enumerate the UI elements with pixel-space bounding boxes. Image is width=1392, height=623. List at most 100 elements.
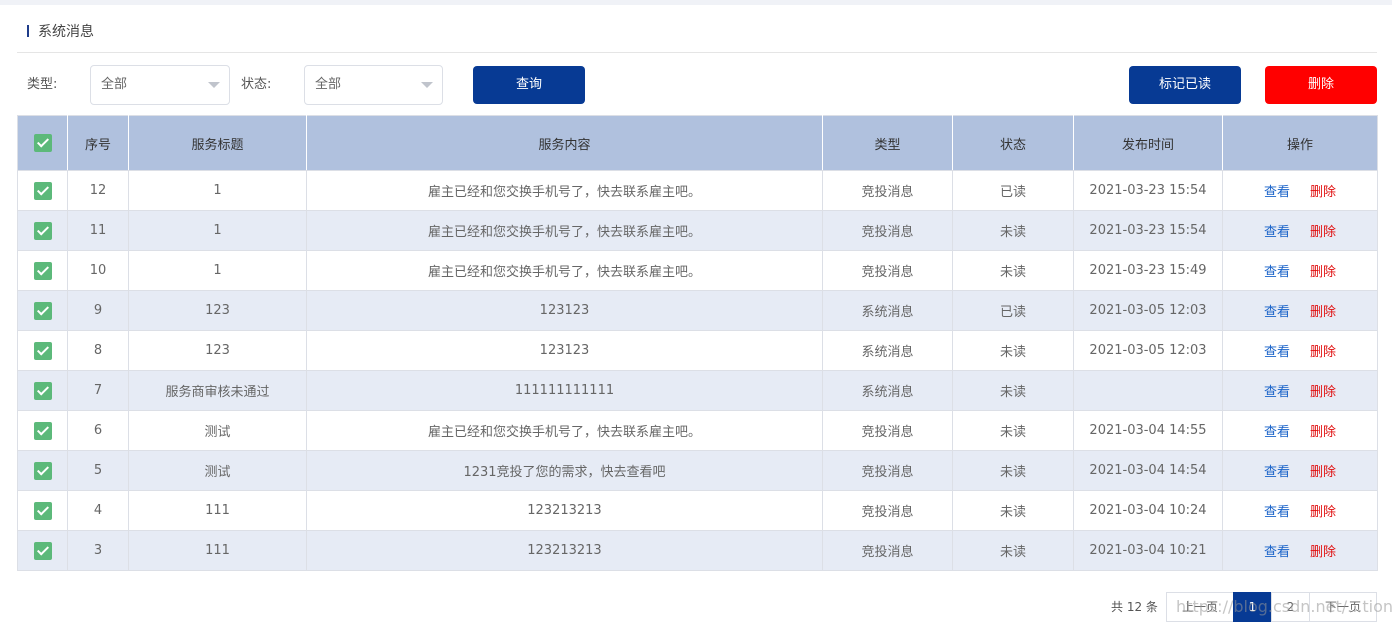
row-actions: 查看 删除	[1222, 530, 1378, 571]
row-checkbox[interactable]	[33, 541, 52, 560]
row-checkbox[interactable]	[33, 421, 52, 440]
row-actions: 查看 删除	[1222, 170, 1378, 211]
prev-page-button[interactable]: 上一页	[1166, 592, 1234, 622]
row-actions: 查看 删除	[1222, 250, 1378, 291]
table-row: 3 111 123213213 竞投消息 未读 2021-03-04 10:21 查看 删除	[17, 530, 1378, 571]
row-content: 111111111111	[306, 370, 823, 411]
type-select-value: 全部	[101, 77, 128, 92]
row-checkbox[interactable]	[33, 341, 52, 360]
delete-link[interactable]: 删除	[1310, 345, 1336, 360]
delete-link[interactable]: 删除	[1310, 385, 1336, 400]
total-count: 共 12 条	[1111, 600, 1158, 614]
chevron-down-icon	[208, 82, 220, 88]
page-header: 系统消息	[17, 10, 1377, 53]
filter-bar: 类型: 全部 状态: 全部 查询 标记已读 删除	[17, 65, 1377, 105]
header-time: 发布时间	[1073, 115, 1223, 171]
row-title: 123	[128, 290, 307, 331]
row-type: 系统消息	[822, 370, 953, 411]
row-no: 4	[67, 490, 129, 531]
status-select[interactable]: 全部	[304, 65, 443, 105]
row-content: 1231竞投了您的需求，快去查看吧	[306, 450, 823, 491]
delete-link[interactable]: 删除	[1310, 265, 1336, 280]
row-content: 123213213	[306, 490, 823, 531]
title-accent-bar	[27, 25, 29, 37]
row-select-cell[interactable]	[17, 370, 68, 411]
row-checkbox[interactable]	[33, 501, 52, 520]
delete-link[interactable]: 删除	[1310, 465, 1336, 480]
row-time: 2021-03-04 10:24	[1073, 490, 1223, 531]
table-row: 11 1 雇主已经和您交换手机号了，快去联系雇主吧。 竞投消息 未读 2021-03-23…	[17, 210, 1378, 251]
row-select-cell[interactable]	[17, 410, 68, 451]
view-link[interactable]: 查看	[1264, 345, 1290, 360]
view-link[interactable]: 查看	[1264, 545, 1290, 560]
view-link[interactable]: 查看	[1264, 465, 1290, 480]
delete-link[interactable]: 删除	[1310, 225, 1336, 240]
view-link[interactable]: 查看	[1264, 305, 1290, 320]
row-status: 未读	[952, 450, 1074, 491]
table-row: 7 服务商审核未通过 111111111111 系统消息 未读 查看 删除	[17, 370, 1378, 411]
view-link[interactable]: 查看	[1264, 425, 1290, 440]
row-title: 111	[128, 530, 307, 571]
row-select-cell[interactable]	[17, 490, 68, 531]
row-no: 7	[67, 370, 129, 411]
row-select-cell[interactable]	[17, 210, 68, 251]
view-link[interactable]: 查看	[1264, 185, 1290, 200]
row-time: 2021-03-04 14:55	[1073, 410, 1223, 451]
row-checkbox[interactable]	[33, 221, 52, 240]
row-no: 6	[67, 410, 129, 451]
row-status: 未读	[952, 490, 1074, 531]
query-button[interactable]: 查询	[473, 66, 585, 104]
header-select-all[interactable]	[17, 115, 68, 171]
table-row: 6 测试 雇主已经和您交换手机号了，快去联系雇主吧。 竞投消息 未读 2021-03-04…	[17, 410, 1378, 451]
row-time: 2021-03-04 14:54	[1073, 450, 1223, 491]
table-row: 5 测试 1231竞投了您的需求，快去查看吧 竞投消息 未读 2021-03-04 14:…	[17, 450, 1378, 491]
top-strip	[0, 0, 1392, 5]
row-select-cell[interactable]	[17, 170, 68, 211]
row-actions: 查看 删除	[1222, 330, 1378, 371]
delete-selected-button[interactable]: 删除	[1265, 66, 1377, 104]
table-row: 10 1 雇主已经和您交换手机号了，快去联系雇主吧。 竞投消息 未读 2021-03-23…	[17, 250, 1378, 291]
table-row: 8 123 123123 系统消息 未读 2021-03-05 12:03 查看 删除	[17, 330, 1378, 371]
row-actions: 查看 删除	[1222, 210, 1378, 251]
row-status: 未读	[952, 330, 1074, 371]
row-type: 竞投消息	[822, 490, 953, 531]
delete-link[interactable]: 删除	[1310, 185, 1336, 200]
header-status: 状态	[952, 115, 1074, 171]
row-select-cell[interactable]	[17, 450, 68, 491]
row-content: 雇主已经和您交换手机号了，快去联系雇主吧。	[306, 170, 823, 211]
table-row: 4 111 123213213 竞投消息 未读 2021-03-04 10:24 查看 删除	[17, 490, 1378, 531]
type-label: 类型:	[27, 77, 58, 92]
delete-link[interactable]: 删除	[1310, 505, 1336, 520]
row-title: 111	[128, 490, 307, 531]
next-page-button[interactable]: 下一页	[1309, 592, 1377, 622]
select-all-checkbox[interactable]	[33, 134, 52, 152]
row-checkbox[interactable]	[33, 181, 52, 200]
row-checkbox[interactable]	[33, 261, 52, 280]
row-checkbox[interactable]	[33, 301, 52, 320]
row-actions: 查看 删除	[1222, 290, 1378, 331]
row-title: 1	[128, 250, 307, 291]
row-select-cell[interactable]	[17, 290, 68, 331]
delete-link[interactable]: 删除	[1310, 305, 1336, 320]
table-header-row: 序号 服务标题 服务内容 类型 状态 发布时间 操作	[17, 115, 1378, 171]
row-select-cell[interactable]	[17, 530, 68, 571]
row-content: 雇主已经和您交换手机号了，快去联系雇主吧。	[306, 250, 823, 291]
mark-read-button[interactable]: 标记已读	[1129, 66, 1241, 104]
row-time: 2021-03-05 12:03	[1073, 330, 1223, 371]
delete-link[interactable]: 删除	[1310, 425, 1336, 440]
view-link[interactable]: 查看	[1264, 385, 1290, 400]
row-select-cell[interactable]	[17, 250, 68, 291]
page-button-2[interactable]: 2	[1271, 592, 1310, 622]
type-select[interactable]: 全部	[90, 65, 230, 105]
page-button-1[interactable]: 1	[1233, 592, 1272, 622]
view-link[interactable]: 查看	[1264, 265, 1290, 280]
row-select-cell[interactable]	[17, 330, 68, 371]
view-link[interactable]: 查看	[1264, 505, 1290, 520]
row-no: 12	[67, 170, 129, 211]
delete-link[interactable]: 删除	[1310, 545, 1336, 560]
message-table: 序号 服务标题 服务内容 类型 状态 发布时间 操作 12 1 雇主已经和您交换手机…	[17, 115, 1378, 571]
view-link[interactable]: 查看	[1264, 225, 1290, 240]
row-checkbox[interactable]	[33, 381, 52, 400]
row-checkbox[interactable]	[33, 461, 52, 480]
row-status: 已读	[952, 290, 1074, 331]
